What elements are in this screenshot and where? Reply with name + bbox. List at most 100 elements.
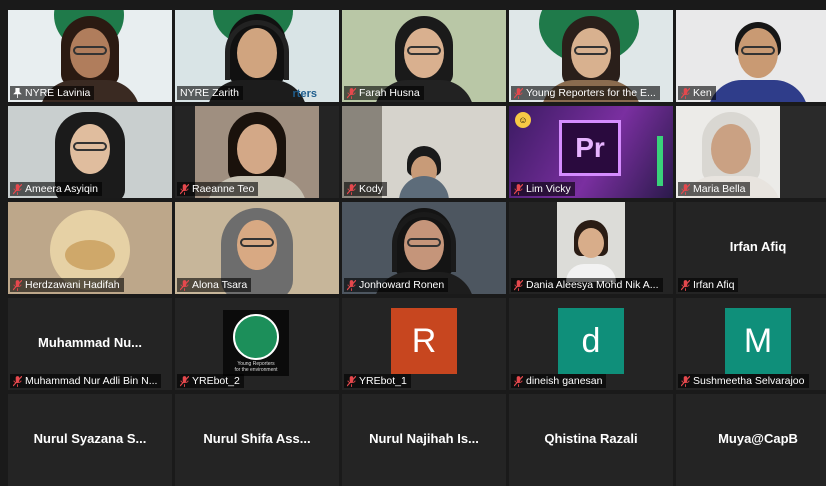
banner-text: rters	[292, 88, 317, 100]
participant-name: Alona Tsara	[192, 279, 248, 291]
muted-mic-icon	[347, 279, 356, 291]
participant-tile-nurul-shifa[interactable]: Nurul Shifa Ass...	[175, 394, 339, 486]
participant-display-name: Muya@CapB	[718, 431, 798, 446]
participant-tile-nurul-najihah[interactable]: Nurul Najihah Is...	[342, 394, 506, 486]
participant-name: Ken	[693, 87, 712, 99]
muted-mic-icon	[681, 375, 690, 387]
participant-tile-qhistina-razali[interactable]: Qhistina Razali	[509, 394, 673, 486]
participant-name-label: YREbot_1	[344, 374, 411, 388]
participant-name-label: Maria Bella	[678, 182, 750, 196]
participant-name: Farah Husna	[359, 87, 420, 99]
participant-tile-nyre-lavinia[interactable]: NYRE Lavinia	[8, 10, 172, 102]
muted-mic-icon	[180, 279, 189, 291]
participant-name: Irfan Afiq	[693, 279, 735, 291]
participant-name-label: Irfan Afiq	[678, 278, 739, 292]
participant-name: Dania Aleesya Mohd Nik A...	[526, 279, 659, 291]
participant-name: Young Reporters for the E...	[526, 87, 656, 99]
participant-name: dineish ganesan	[526, 375, 603, 387]
participant-display-name: Qhistina Razali	[544, 431, 638, 446]
participant-tile-young-reporters[interactable]: Young Reporters for the E...	[509, 10, 673, 102]
participant-name: Sushmeetha Selvarajoo	[693, 375, 805, 387]
participant-tile-yrebot-1[interactable]: R YREbot_1	[342, 298, 506, 390]
avatar: R	[391, 308, 457, 374]
participant-tile-muya-capb[interactable]: Muya@CapB	[676, 394, 826, 486]
participant-tile-irfan-afiq[interactable]: Irfan Afiq Irfan Afiq	[676, 202, 826, 294]
participant-tile-jonhoward-ronen[interactable]: Jonhoward Ronen	[342, 202, 506, 294]
participant-tile-nurul-syazana[interactable]: Nurul Syazana S...	[8, 394, 172, 486]
participant-name: Maria Bella	[693, 183, 746, 195]
participant-name-label: NYRE Lavinia	[10, 86, 95, 100]
participant-tile-nyre-zarith[interactable]: rters NYRE Zarith	[175, 10, 339, 102]
premiere-pro-app-icon: Pr	[559, 120, 621, 176]
participant-name-label: Ken	[678, 86, 716, 100]
avatar: d	[558, 308, 624, 374]
participant-name-label: Dania Aleesya Mohd Nik A...	[511, 278, 663, 292]
muted-mic-icon	[347, 183, 356, 195]
participant-tile-ameera-asyiqin[interactable]: Ameera Asyiqin	[8, 106, 172, 198]
muted-mic-icon	[514, 183, 523, 195]
participant-tile-farah-husna[interactable]: Farah Husna	[342, 10, 506, 102]
muted-mic-icon	[681, 87, 690, 99]
participant-tile-herdzawani-hadifah[interactable]: Herdzawani Hadifah	[8, 202, 172, 294]
participant-name-label: Jonhoward Ronen	[344, 278, 449, 292]
muted-mic-icon	[13, 279, 22, 291]
participant-display-name: Irfan Afiq	[729, 239, 787, 254]
participant-name: Ameera Asyiqin	[25, 183, 98, 195]
participant-tile-sushmeetha-selvarajoo[interactable]: M Sushmeetha Selvarajoo	[676, 298, 826, 390]
muted-mic-icon	[13, 183, 22, 195]
participant-name-label: YREbot_2	[177, 374, 244, 388]
participant-name-label: Young Reporters for the E...	[511, 86, 660, 100]
participant-name-label: Herdzawani Hadifah	[10, 278, 124, 292]
video-feed	[557, 202, 625, 282]
muted-mic-icon	[514, 375, 523, 387]
participant-name-label: Alona Tsara	[177, 278, 252, 292]
participant-name: Lim Vicky	[526, 183, 571, 195]
pin-icon	[13, 88, 22, 98]
avatar: M	[725, 308, 791, 374]
participant-name-label: Kody	[344, 182, 387, 196]
participant-tile-alona-tsara[interactable]: Alona Tsara	[175, 202, 339, 294]
participant-name-label: Raeanne Teo	[177, 182, 259, 196]
participant-display-name: Nurul Syazana S...	[33, 431, 147, 446]
muted-mic-icon	[347, 375, 356, 387]
globe-icon	[233, 314, 279, 360]
muted-mic-icon	[180, 375, 189, 387]
participant-display-name: Muhammad Nu...	[37, 335, 142, 350]
participant-name: YREbot_2	[192, 375, 240, 387]
participant-tile-raeanne-teo[interactable]: Raeanne Teo	[175, 106, 339, 198]
participant-name-label: Lim Vicky	[511, 182, 575, 196]
participant-name: YREbot_1	[359, 375, 407, 387]
participant-name: Jonhoward Ronen	[359, 279, 445, 291]
participant-name-label: NYRE Zarith	[177, 86, 243, 100]
muted-mic-icon	[180, 183, 189, 195]
participant-name-label: Muhammad Nur Adli Bin N...	[10, 374, 162, 388]
muted-mic-icon	[514, 279, 523, 291]
muted-mic-icon	[514, 87, 523, 99]
participant-tile-lim-vicky[interactable]: ☺ Pr Lim Vicky	[509, 106, 673, 198]
participant-name: Kody	[359, 183, 383, 195]
young-reporters-logo: Young Reporters for the environment	[223, 310, 289, 376]
participant-name: NYRE Lavinia	[25, 87, 91, 99]
muted-mic-icon	[347, 87, 356, 99]
participant-tile-dania-aleesya[interactable]: Dania Aleesya Mohd Nik A...	[509, 202, 673, 294]
participant-tile-dineish-ganesan[interactable]: d dineish ganesan	[509, 298, 673, 390]
participant-tile-muhammad-nur-adli[interactable]: Muhammad Nu... Muhammad Nur Adli Bin N..…	[8, 298, 172, 390]
video-grid: NYRE Lavinia rters NYRE Zarith Farah Hus…	[8, 10, 826, 486]
participant-name-label: Sushmeetha Selvarajoo	[678, 374, 809, 388]
participant-tile-kody[interactable]: Kody	[342, 106, 506, 198]
participant-display-name: Nurul Shifa Ass...	[203, 431, 311, 446]
muted-mic-icon	[13, 375, 22, 387]
participant-tile-ken[interactable]: Ken	[676, 10, 826, 102]
participant-name: Muhammad Nur Adli Bin N...	[25, 375, 158, 387]
participant-name-label: Farah Husna	[344, 86, 424, 100]
participant-tile-yrebot-2[interactable]: Young Reporters for the environment YREbo…	[175, 298, 339, 390]
participant-name-label: dineish ganesan	[511, 374, 607, 388]
participant-display-name: Nurul Najihah Is...	[369, 431, 479, 446]
muted-mic-icon	[681, 183, 690, 195]
participant-name: Raeanne Teo	[192, 183, 255, 195]
participant-tile-maria-bella[interactable]: Maria Bella	[676, 106, 826, 198]
reaction-emoji-icon: ☺	[515, 112, 531, 128]
participant-name-label: Ameera Asyiqin	[10, 182, 102, 196]
participant-name: Herdzawani Hadifah	[25, 279, 120, 291]
muted-mic-icon	[681, 279, 690, 291]
